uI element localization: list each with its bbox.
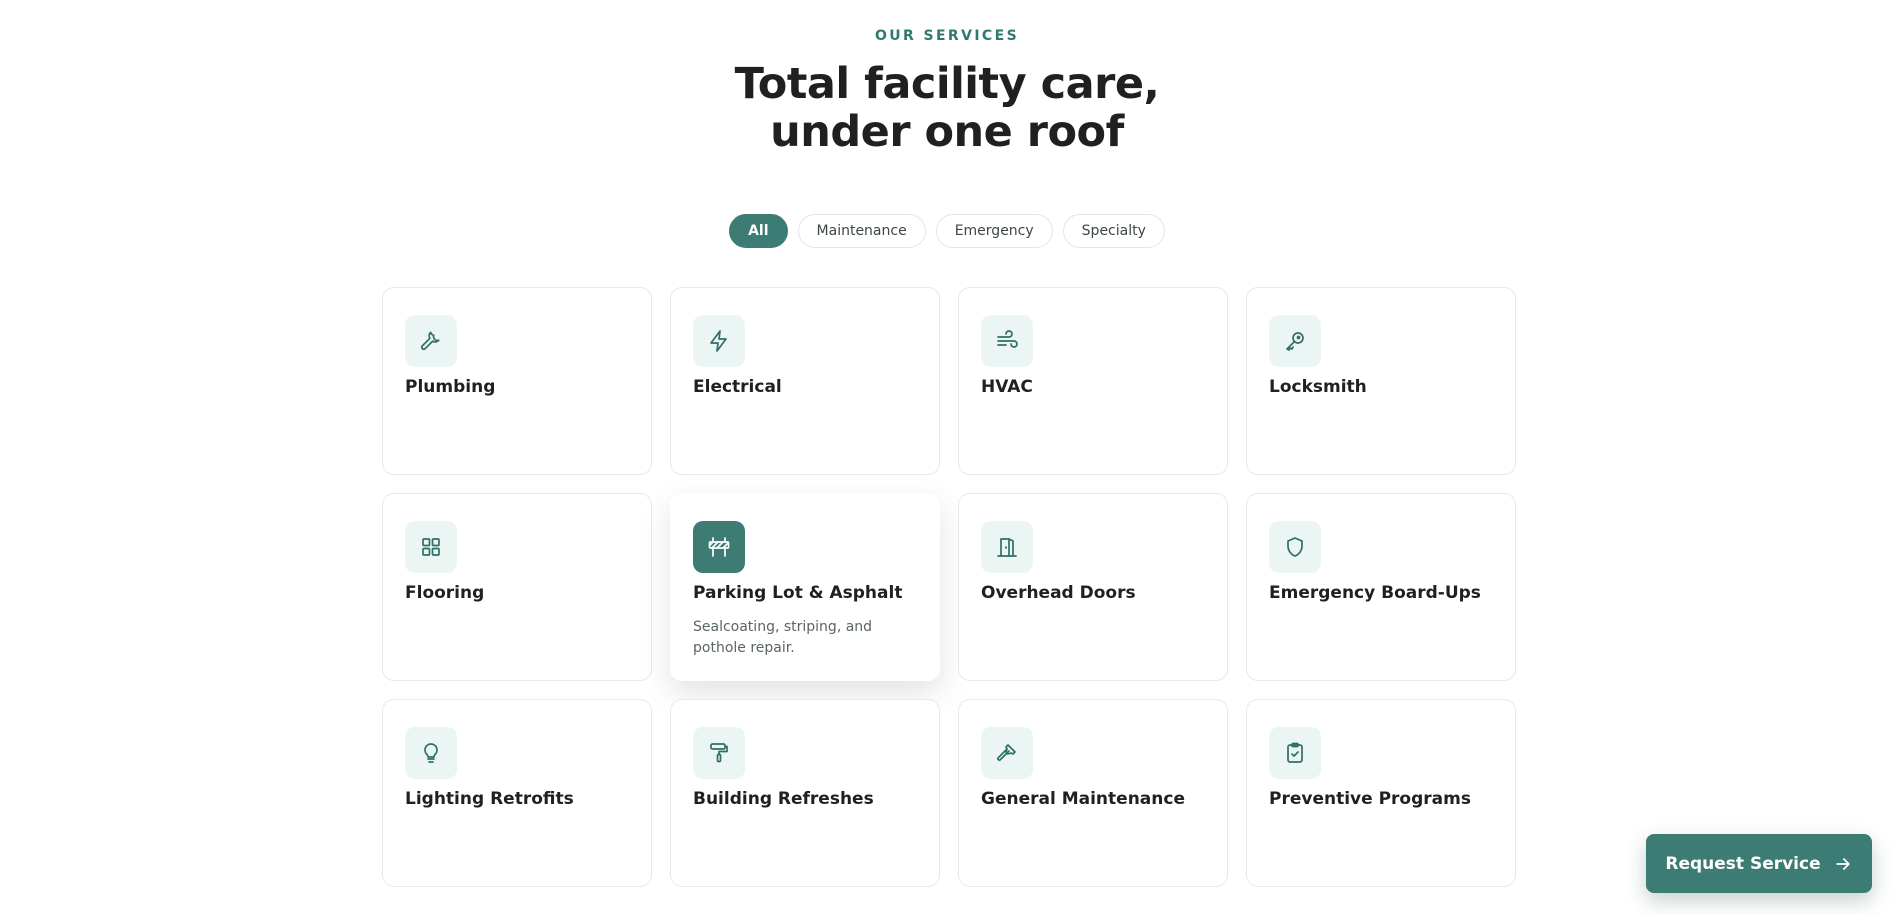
grid-icon: [405, 521, 457, 573]
request-service-label: Request Service: [1665, 853, 1821, 874]
shield-icon: [1269, 521, 1321, 573]
key-icon: [1269, 315, 1321, 367]
filter-emergency[interactable]: Emergency: [935, 214, 1053, 248]
paint-roller-icon: [693, 727, 745, 779]
section-headline: Total facility care, under one roof: [0, 60, 1894, 156]
service-card-lighting-retrofits[interactable]: Lighting Retrofits: [382, 699, 652, 887]
service-description: Sealcoating, striping, and pothole repai…: [693, 619, 873, 656]
service-title: Flooring: [405, 583, 485, 603]
service-title: Overhead Doors: [981, 583, 1136, 603]
headline-line-2: under one roof: [770, 107, 1124, 157]
filter-all[interactable]: All: [729, 214, 788, 248]
filter-maintenance[interactable]: Maintenance: [797, 214, 926, 248]
service-title: Parking Lot & Asphalt: [693, 583, 903, 603]
service-card-general-maintenance[interactable]: General Maintenance: [958, 699, 1228, 887]
service-title: Locksmith: [1269, 377, 1367, 397]
service-title: General Maintenance: [981, 789, 1185, 809]
wrench-icon: [405, 315, 457, 367]
service-card-locksmith[interactable]: Locksmith: [1246, 287, 1516, 475]
service-card-electrical[interactable]: Electrical: [670, 287, 940, 475]
door-icon: [981, 521, 1033, 573]
filter-chips: All Maintenance Emergency Specialty: [0, 214, 1894, 248]
clipboard-check-icon: [1269, 727, 1321, 779]
lightning-icon: [693, 315, 745, 367]
service-card-parking-lot[interactable]: Parking Lot & Asphalt Sealcoating, strip…: [670, 493, 940, 681]
services-grid: Plumbing Electrical HVAC Locksmith Floor…: [382, 287, 1516, 887]
road-barrier-icon: [693, 521, 745, 573]
service-card-overhead-doors[interactable]: Overhead Doors: [958, 493, 1228, 681]
service-title: Building Refreshes: [693, 789, 874, 809]
wind-icon: [981, 315, 1033, 367]
service-card-hvac[interactable]: HVAC: [958, 287, 1228, 475]
service-title: Lighting Retrofits: [405, 789, 574, 809]
section-eyebrow: OUR SERVICES: [874, 28, 1020, 44]
filter-specialty[interactable]: Specialty: [1062, 214, 1165, 248]
service-title: HVAC: [981, 377, 1033, 397]
request-service-button[interactable]: Request Service: [1646, 834, 1872, 893]
service-card-building-refreshes[interactable]: Building Refreshes: [670, 699, 940, 887]
service-card-preventive-programs[interactable]: Preventive Programs: [1246, 699, 1516, 887]
service-title: Plumbing: [405, 377, 496, 397]
service-title: Preventive Programs: [1269, 789, 1471, 809]
service-title: Emergency Board-Ups: [1269, 583, 1481, 603]
service-card-emergency-board-ups[interactable]: Emergency Board-Ups: [1246, 493, 1516, 681]
service-title: Electrical: [693, 377, 782, 397]
headline-line-1: Total facility care,: [734, 59, 1160, 109]
service-card-plumbing[interactable]: Plumbing: [382, 287, 652, 475]
hammer-icon: [981, 727, 1033, 779]
service-card-flooring[interactable]: Flooring: [382, 493, 652, 681]
arrow-right-icon: [1835, 857, 1850, 870]
lightbulb-icon: [405, 727, 457, 779]
